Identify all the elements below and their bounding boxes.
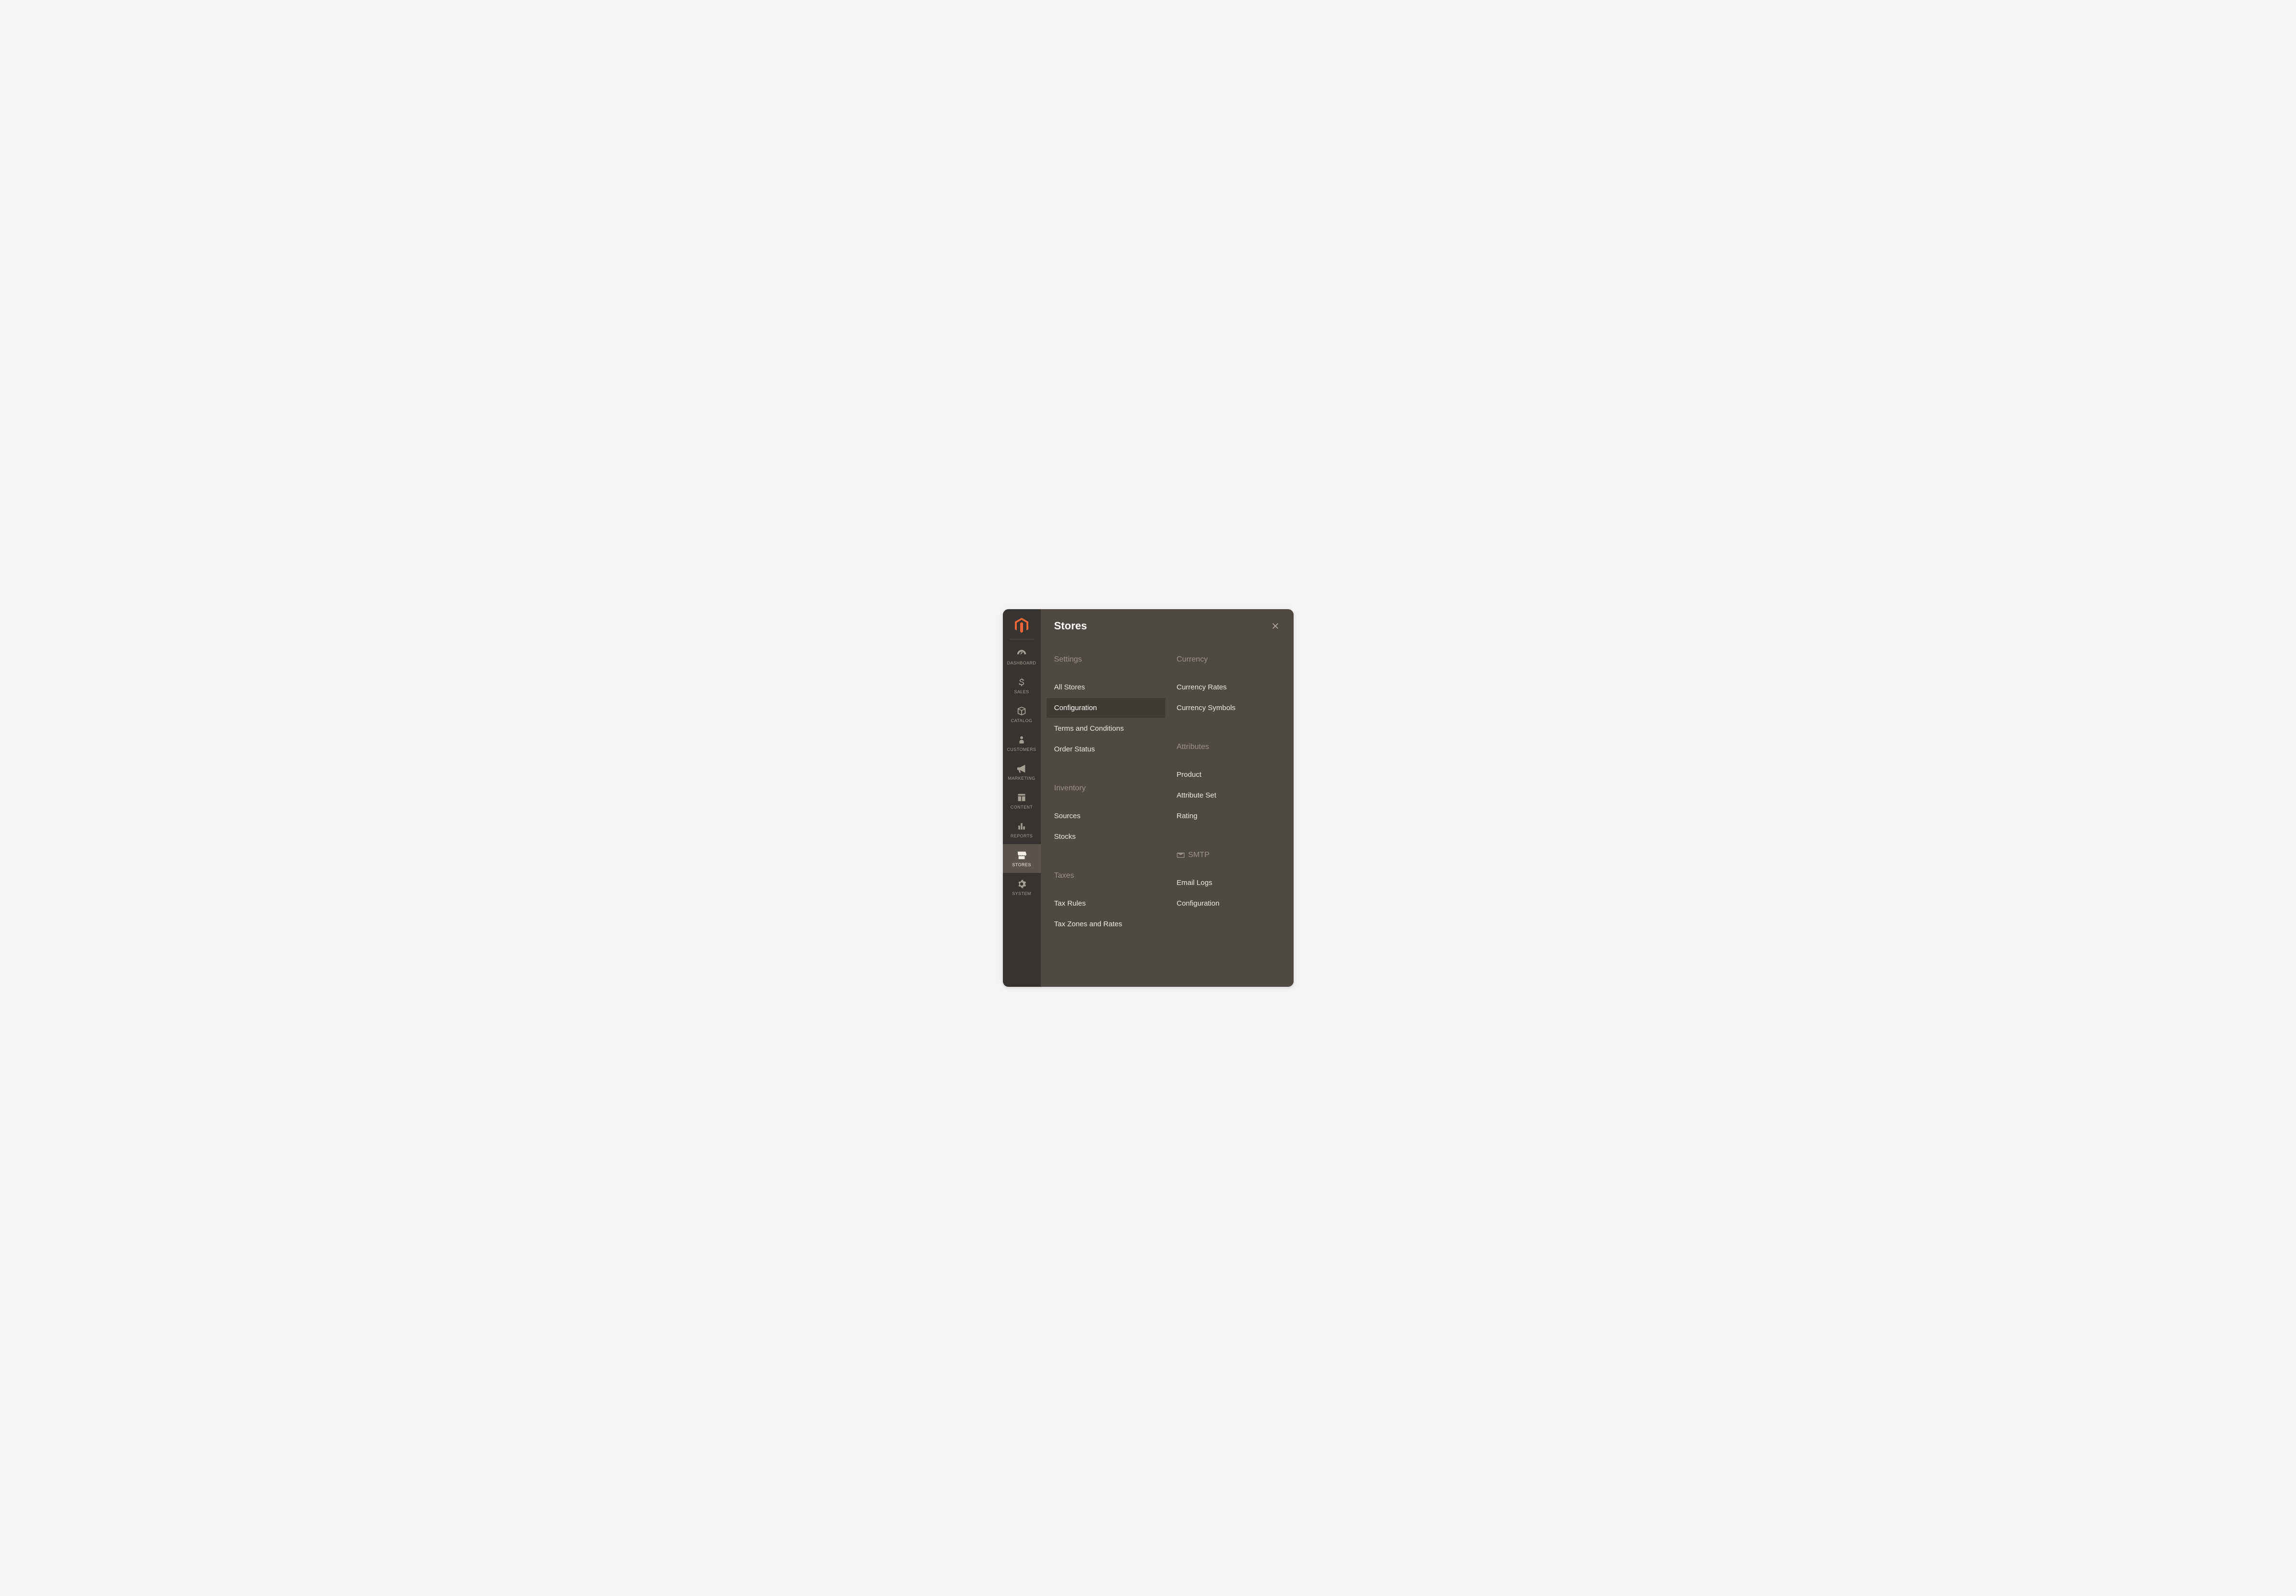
close-icon[interactable] [1271,621,1280,631]
group-inventory: Inventory Sources Stocks [1054,784,1158,847]
nav-label: DASHBOARD [1007,661,1037,665]
nav-label: SALES [1014,689,1029,694]
nav-label: REPORTS [1011,834,1033,838]
stores-flyout: Stores Settings All Stores Configuration… [1041,609,1294,987]
flyout-title: Stores [1054,620,1087,632]
group-attributes: Attributes Product Attribute Set Rating [1177,743,1280,826]
menu-all-stores[interactable]: All Stores [1047,677,1165,697]
menu-email-logs[interactable]: Email Logs [1169,873,1288,893]
sidebar: DASHBOARD SALES CATALOG CUSTOMERS MARKET [1003,609,1041,987]
admin-panel: DASHBOARD SALES CATALOG CUSTOMERS MARKET [1003,609,1294,987]
person-icon [1017,735,1026,745]
menu-attr-set[interactable]: Attribute Set [1169,786,1288,805]
group-settings: Settings All Stores Configuration Terms … [1054,655,1158,759]
nav-label: CATALOG [1011,718,1032,723]
storefront-icon [1016,850,1027,860]
flyout-col-right: Currency Currency Rates Currency Symbols… [1177,655,1280,959]
group-title-smtp-text: SMTP [1188,851,1210,859]
gear-icon [1017,879,1026,889]
dollar-icon [1017,677,1026,688]
sidebar-item-catalog[interactable]: CATALOG [1003,700,1041,729]
menu-order-status[interactable]: Order Status [1047,739,1165,759]
flyout-col-left: Settings All Stores Configuration Terms … [1054,655,1158,959]
nav-label: STORES [1012,862,1031,867]
group-currency: Currency Currency Rates Currency Symbols [1177,655,1280,718]
menu-attr-product[interactable]: Product [1169,765,1288,785]
menu-configuration[interactable]: Configuration [1047,698,1165,718]
menu-attr-rating[interactable]: Rating [1169,806,1288,826]
menu-tax-zones-rates[interactable]: Tax Zones and Rates [1047,914,1165,934]
magento-logo[interactable] [1003,609,1041,639]
sidebar-item-system[interactable]: SYSTEM [1003,873,1041,902]
sidebar-item-sales[interactable]: SALES [1003,671,1041,700]
layout-icon [1017,792,1026,803]
megaphone-icon [1016,763,1027,774]
menu-sources[interactable]: Sources [1047,806,1165,826]
box-icon [1016,706,1027,716]
sidebar-item-marketing[interactable]: MARKETING [1003,758,1041,786]
nav-label: CUSTOMERS [1007,747,1037,752]
menu-currency-symbols[interactable]: Currency Symbols [1169,698,1288,718]
gauge-icon [1016,648,1027,659]
group-title-taxes: Taxes [1054,872,1158,880]
menu-smtp-configuration[interactable]: Configuration [1169,894,1288,913]
bar-chart-icon [1017,821,1026,832]
menu-currency-rates[interactable]: Currency Rates [1169,677,1288,697]
menu-terms-conditions[interactable]: Terms and Conditions [1047,719,1165,738]
envelope-icon [1177,852,1185,858]
menu-stocks[interactable]: Stocks [1047,827,1165,847]
group-smtp: SMTP Email Logs Configuration [1177,851,1280,913]
group-title-currency: Currency [1177,655,1280,664]
menu-tax-rules[interactable]: Tax Rules [1047,894,1165,913]
group-title-smtp: SMTP [1177,851,1280,859]
sidebar-item-reports[interactable]: REPORTS [1003,815,1041,844]
sidebar-item-dashboard[interactable]: DASHBOARD [1003,642,1041,671]
group-title-settings: Settings [1054,655,1158,664]
sidebar-item-customers[interactable]: CUSTOMERS [1003,729,1041,758]
sidebar-item-stores[interactable]: STORES [1003,844,1041,873]
group-title-inventory: Inventory [1054,784,1158,793]
group-title-attributes: Attributes [1177,743,1280,751]
nav-label: CONTENT [1011,805,1033,810]
nav-label: SYSTEM [1012,891,1031,896]
group-taxes: Taxes Tax Rules Tax Zones and Rates [1054,872,1158,934]
nav-label: MARKETING [1008,776,1035,781]
sidebar-item-content[interactable]: CONTENT [1003,786,1041,815]
